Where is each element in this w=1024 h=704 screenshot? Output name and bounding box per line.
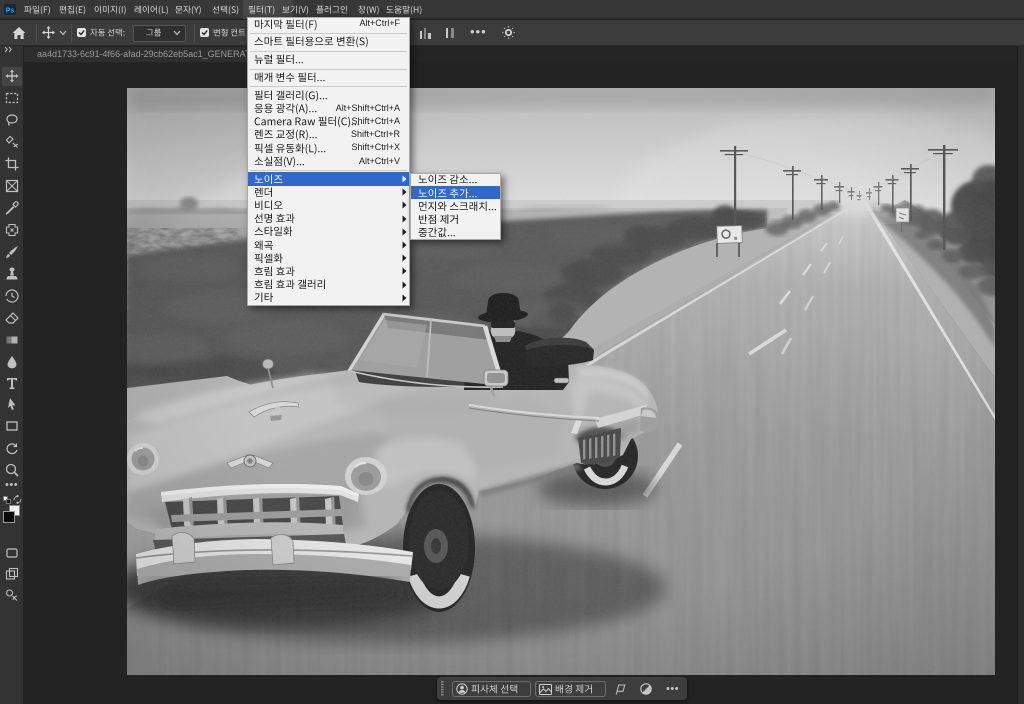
svg-text:Ps: Ps [6, 8, 15, 15]
